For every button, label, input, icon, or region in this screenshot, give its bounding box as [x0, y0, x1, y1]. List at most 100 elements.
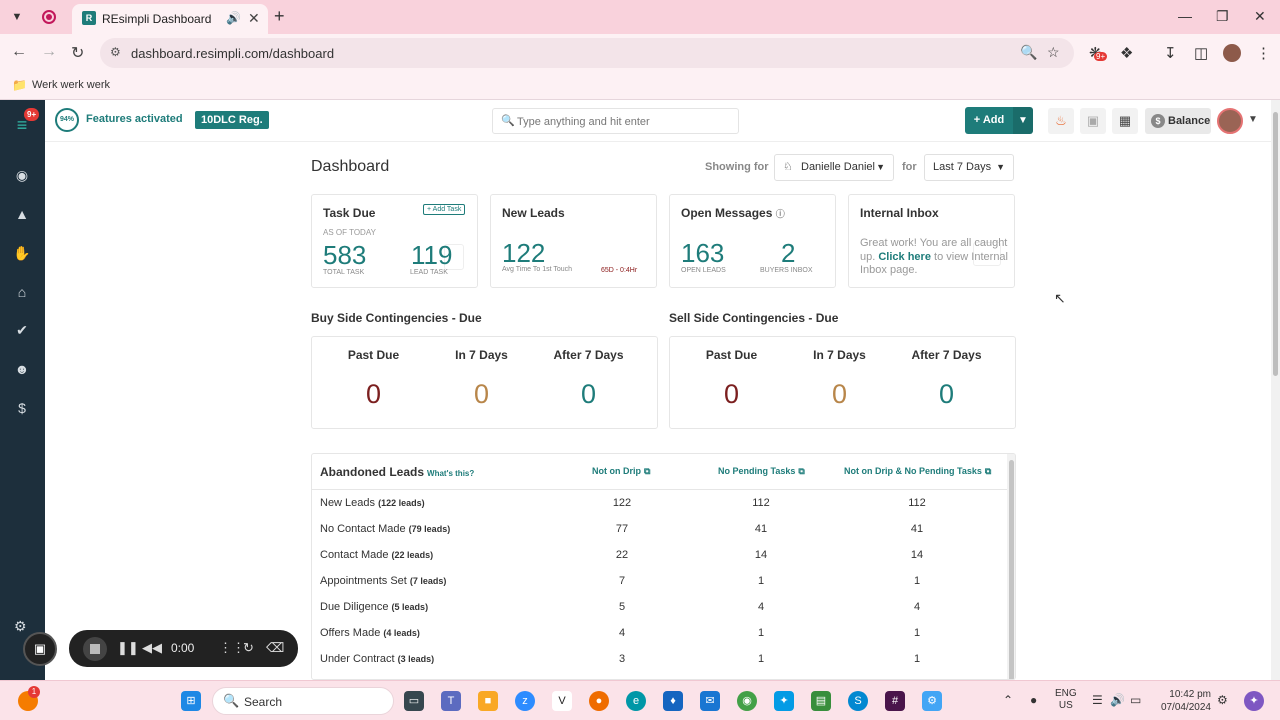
- sell-in-7-days[interactable]: In 7 Days 0: [782, 337, 897, 430]
- restore-icon[interactable]: ❐: [1216, 8, 1229, 25]
- col-no-pending-tasks[interactable]: No Pending Tasks ⧉: [718, 466, 805, 477]
- firefox-icon[interactable]: ●: [589, 691, 609, 711]
- cell-not-on-drip[interactable]: 4: [592, 627, 652, 639]
- task-view-icon[interactable]: ▭: [404, 691, 424, 711]
- notifications-icon[interactable]: ⚙: [1217, 693, 1228, 707]
- cell-no-pending-tasks[interactable]: 1: [731, 653, 791, 665]
- open-leads-value[interactable]: 163: [681, 238, 724, 269]
- calendar-icon[interactable]: ▦: [1112, 108, 1138, 134]
- app-icon[interactable]: ✦: [774, 691, 794, 711]
- windows-start-icon[interactable]: ⊞: [181, 691, 201, 711]
- cell-not-on-drip[interactable]: 122: [592, 497, 652, 509]
- buy-past-due[interactable]: Past Due 0: [316, 337, 431, 430]
- cell-both[interactable]: 4: [887, 601, 947, 613]
- lead-task-value[interactable]: 119: [411, 240, 452, 271]
- sell-past-due[interactable]: Past Due 0: [674, 337, 789, 430]
- cell-both[interactable]: 1: [887, 575, 947, 587]
- extensions-puzzle-icon[interactable]: ❖: [1120, 44, 1133, 62]
- cell-no-pending-tasks[interactable]: 14: [731, 549, 791, 561]
- user-menu-chevron-icon[interactable]: ▼: [1248, 114, 1258, 125]
- slack-icon[interactable]: #: [885, 691, 905, 711]
- cell-not-on-drip[interactable]: 22: [592, 549, 652, 561]
- search-input[interactable]: [517, 113, 732, 131]
- vimeo-icon[interactable]: V: [552, 691, 572, 711]
- cell-both[interactable]: 41: [887, 523, 947, 535]
- tab-close-icon[interactable]: ✕: [248, 10, 260, 27]
- notepad-icon[interactable]: ▤: [811, 691, 831, 711]
- stop-recording-button[interactable]: [83, 637, 107, 661]
- tray-overflow-chevron-icon[interactable]: ⌃: [1003, 693, 1013, 707]
- address-bar[interactable]: ⚙ dashboard.resimpli.com/dashboard 🔍 ☆: [100, 38, 1074, 68]
- dropbox-icon[interactable]: ♦: [663, 691, 683, 711]
- download-icon[interactable]: ↧: [1164, 44, 1177, 62]
- cell-not-on-drip[interactable]: 77: [592, 523, 652, 535]
- forward-arrow-icon[interactable]: →: [41, 43, 57, 61]
- copilot-icon[interactable]: ✦: [1244, 691, 1264, 711]
- skype-icon[interactable]: S: [848, 691, 868, 711]
- sidebar-dashboard-icon[interactable]: ◉: [13, 166, 31, 184]
- file-explorer-icon[interactable]: ■: [478, 691, 498, 711]
- cell-no-pending-tasks[interactable]: 1: [731, 627, 791, 639]
- sidebar-finance-dollar-icon[interactable]: $: [13, 399, 31, 417]
- sell-after-7-days[interactable]: After 7 Days 0: [889, 337, 1004, 430]
- page-scroll-thumb[interactable]: [1273, 112, 1278, 376]
- features-activated-label[interactable]: Features activated: [86, 113, 183, 125]
- cell-both[interactable]: 14: [887, 549, 947, 561]
- cell-no-pending-tasks[interactable]: 1: [731, 575, 791, 587]
- tab-search-chevron-icon[interactable]: ▼: [6, 7, 28, 27]
- add-dropdown-chevron-icon[interactable]: ▼: [1013, 107, 1033, 134]
- col-not-on-drip[interactable]: Not on Drip ⧉: [592, 466, 650, 477]
- whats-this-link[interactable]: What's this?: [427, 469, 474, 478]
- sidebar-tasks-check-icon[interactable]: ✔: [13, 321, 31, 339]
- system-clock[interactable]: 10:42 pm 07/04/2024: [1155, 688, 1211, 714]
- buy-in-7-days[interactable]: In 7 Days 0: [424, 337, 539, 430]
- speaker-icon[interactable]: 🔊: [226, 11, 241, 25]
- buy-after-7-days[interactable]: After 7 Days 0: [531, 337, 646, 430]
- window-close-icon[interactable]: ✕: [1254, 8, 1266, 25]
- sidebar-marketing-megaphone-icon[interactable]: ▲: [13, 205, 31, 223]
- chrome-icon[interactable]: ◉: [737, 691, 757, 711]
- cell-no-pending-tasks[interactable]: 112: [731, 497, 791, 509]
- bookmark-folder-werk[interactable]: Werk werk werk: [32, 79, 110, 91]
- cell-no-pending-tasks[interactable]: 41: [731, 523, 791, 535]
- total-task-value[interactable]: 583: [323, 240, 366, 271]
- camera-toggle-icon[interactable]: ▣: [23, 632, 57, 666]
- hot-leads-fire-icon[interactable]: ♨: [1048, 108, 1074, 134]
- new-tab-button[interactable]: +: [274, 7, 285, 25]
- add-task-button[interactable]: + Add Task: [423, 204, 466, 215]
- minimize-icon[interactable]: —: [1178, 8, 1192, 24]
- recording-indicator-icon[interactable]: [42, 10, 56, 24]
- edge-icon[interactable]: e: [626, 691, 646, 711]
- language-indicator[interactable]: ENG US: [1055, 688, 1077, 712]
- browser-profile-avatar[interactable]: [1223, 44, 1241, 62]
- new-leads-value[interactable]: 122: [502, 238, 545, 269]
- battery-icon[interactable]: ▭: [1130, 693, 1141, 707]
- pause-icon[interactable]: ❚❚: [117, 640, 139, 656]
- sidebar-home-icon[interactable]: ⌂: [13, 283, 31, 301]
- side-panel-icon[interactable]: ◫: [1194, 44, 1208, 62]
- cell-not-on-drip[interactable]: 5: [592, 601, 652, 613]
- mail-icon[interactable]: ✉: [700, 691, 720, 711]
- buyers-inbox-value[interactable]: 2: [781, 238, 795, 269]
- sidebar-settings-gear-icon[interactable]: ⚙: [14, 618, 27, 635]
- drag-handle-icon[interactable]: ⋮⋮: [219, 640, 245, 656]
- features-progress-ring[interactable]: 94%: [55, 108, 79, 132]
- browser-menu-icon[interactable]: ⋮: [1256, 44, 1271, 62]
- dialer-icon[interactable]: ▣: [1080, 108, 1106, 134]
- global-search[interactable]: 🔍: [492, 108, 739, 134]
- table-scrollbar[interactable]: [1007, 454, 1015, 679]
- 10dlc-registration-badge[interactable]: 10DLC Reg.: [195, 111, 269, 129]
- user-filter-select[interactable]: ♘ Danielle Daniel ▼: [774, 154, 894, 181]
- site-info-icon[interactable]: ⚙: [110, 45, 121, 59]
- user-avatar[interactable]: [1217, 108, 1243, 134]
- cell-both[interactable]: 1: [887, 653, 947, 665]
- cell-not-on-drip[interactable]: 7: [592, 575, 652, 587]
- cell-both[interactable]: 1: [887, 627, 947, 639]
- volume-icon[interactable]: 🔊: [1110, 693, 1125, 707]
- back-arrow-icon[interactable]: ←: [11, 43, 27, 61]
- restart-icon[interactable]: ↻: [243, 640, 254, 656]
- teams-icon[interactable]: T: [441, 691, 461, 711]
- bookmark-star-icon[interactable]: ☆: [1047, 44, 1060, 61]
- cell-both[interactable]: 112: [887, 497, 947, 509]
- cell-no-pending-tasks[interactable]: 4: [731, 601, 791, 613]
